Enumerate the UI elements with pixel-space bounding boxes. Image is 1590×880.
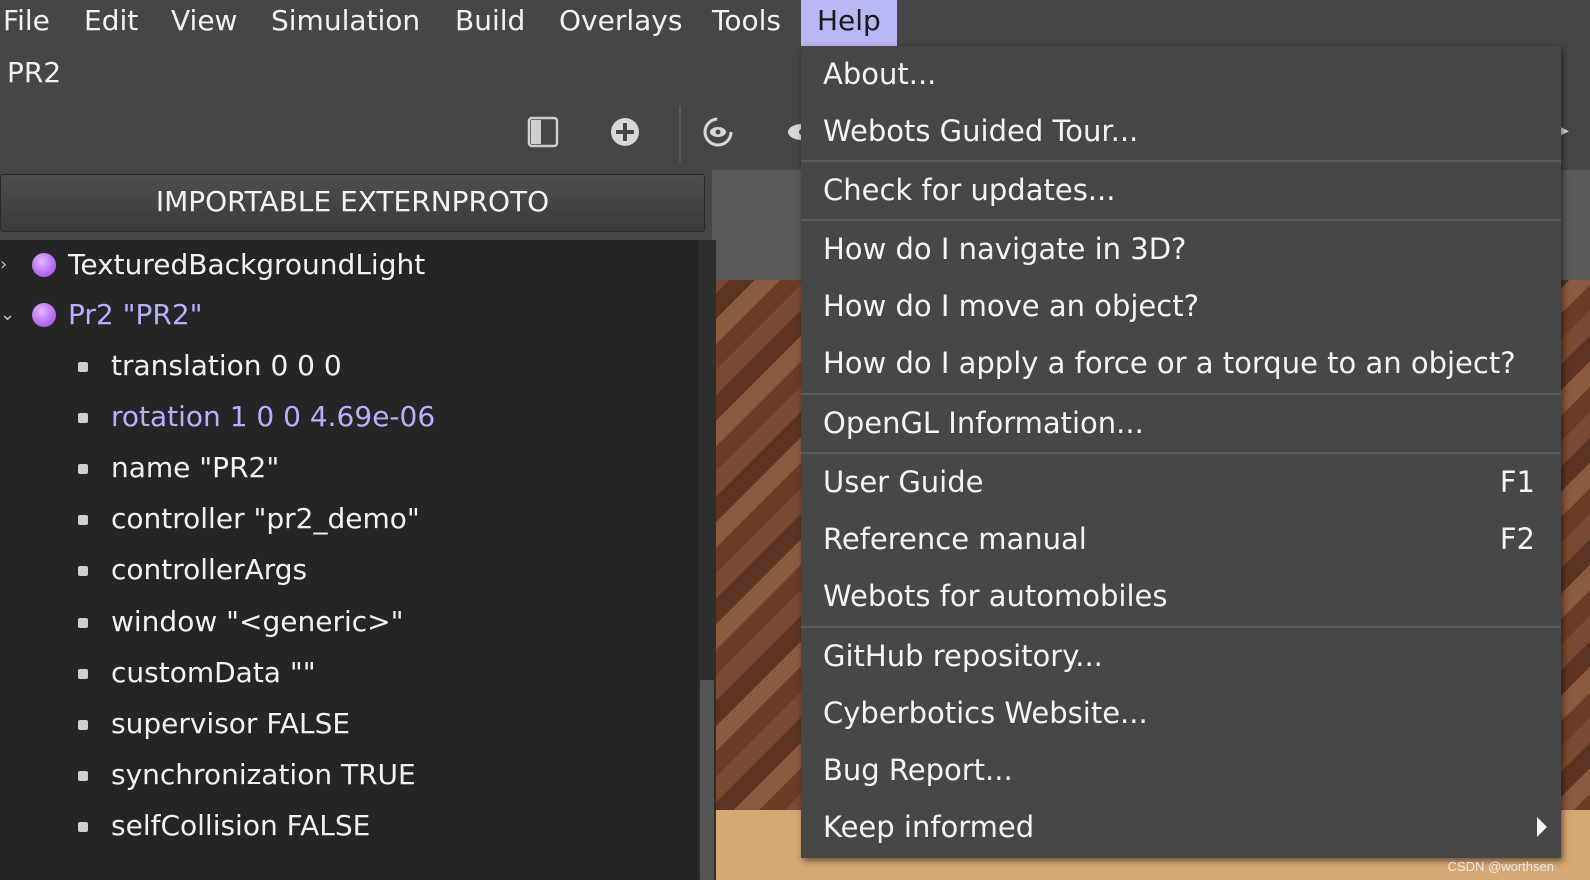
menu-file[interactable]: File <box>3 0 50 46</box>
submenu-arrow-icon <box>1537 817 1547 837</box>
field-bullet-icon <box>78 822 88 832</box>
menu-item-label: OpenGL Information... <box>823 406 1144 440</box>
tree-field-label: translation 0 0 0 <box>111 349 342 382</box>
menu-item-label: Bug Report... <box>823 753 1013 787</box>
menu-edit[interactable]: Edit <box>84 0 138 46</box>
tree-node-textured-background-light[interactable]: › TexturedBackgroundLight <box>0 240 698 290</box>
toolbar-separator <box>679 106 681 162</box>
tree-field-label: rotation 1 0 0 4.69e-06 <box>111 400 436 433</box>
tree-field-label: controller "pr2_demo" <box>111 502 420 535</box>
field-bullet-icon <box>78 720 88 730</box>
tree-field-supervisor[interactable]: supervisor FALSE <box>0 699 698 749</box>
field-bullet-icon <box>78 464 88 474</box>
menu-item-move-object[interactable]: How do I move an object? <box>801 278 1561 334</box>
menu-tools[interactable]: Tools <box>712 0 781 46</box>
menu-item-check-updates[interactable]: Check for updates... <box>801 162 1561 218</box>
menu-item-label: How do I navigate in 3D? <box>823 232 1187 266</box>
tree-field-controller[interactable]: controller "pr2_demo" <box>0 494 698 544</box>
menu-simulation[interactable]: Simulation <box>271 0 420 46</box>
menu-item-user-guide[interactable]: User Guide F1 <box>801 454 1561 510</box>
menu-item-navigate-3d[interactable]: How do I navigate in 3D? <box>801 221 1561 277</box>
menu-item-label: Keep informed <box>823 810 1035 844</box>
watermark: CSDN @worthsen <box>1447 859 1554 874</box>
field-bullet-icon <box>78 515 88 525</box>
expand-arrow-icon[interactable]: › <box>0 240 14 290</box>
menu-item-about[interactable]: About... <box>801 46 1561 102</box>
menu-item-bug-report[interactable]: Bug Report... <box>801 742 1561 798</box>
menu-item-reference-manual[interactable]: Reference manual F2 <box>801 511 1561 567</box>
field-bullet-icon <box>78 413 88 423</box>
menu-item-github[interactable]: GitHub repository... <box>801 628 1561 684</box>
tree-field-custom-data[interactable]: customData "" <box>0 648 698 698</box>
tree-field-name[interactable]: name "PR2" <box>0 443 698 493</box>
menu-item-shortcut: F1 <box>1499 465 1535 499</box>
tree-field-label: controllerArgs <box>111 553 308 586</box>
tree-field-rotation[interactable]: rotation 1 0 0 4.69e-06 <box>0 392 698 442</box>
field-bullet-icon <box>78 618 88 628</box>
scene-tree-scrollbar-thumb[interactable] <box>700 680 714 880</box>
tree-field-label: selfCollision FALSE <box>111 809 371 842</box>
tree-field-label: window "<generic>" <box>111 605 404 638</box>
menu-item-guided-tour[interactable]: Webots Guided Tour... <box>801 103 1561 159</box>
field-bullet-icon <box>78 362 88 372</box>
menu-item-opengl-info[interactable]: OpenGL Information... <box>801 395 1561 451</box>
tree-field-translation[interactable]: translation 0 0 0 <box>0 341 698 391</box>
field-bullet-icon <box>78 771 88 781</box>
menu-item-label: Reference manual <box>823 522 1087 556</box>
tree-node-label: TexturedBackgroundLight <box>68 248 426 281</box>
reset-view-icon[interactable] <box>698 112 738 152</box>
collapse-arrow-icon[interactable]: ⌄ <box>0 290 15 340</box>
field-bullet-icon <box>78 566 88 576</box>
tree-field-controller-args[interactable]: controllerArgs <box>0 545 698 595</box>
menu-build[interactable]: Build <box>455 0 525 46</box>
tree-field-window[interactable]: window "<generic>" <box>0 597 698 647</box>
scene-tree[interactable]: › TexturedBackgroundLight ⌄ Pr2 "PR2" tr… <box>0 240 698 880</box>
tree-field-label: name "PR2" <box>111 451 280 484</box>
menu-item-label: Webots for automobiles <box>823 579 1168 613</box>
help-menu-dropdown: About... Webots Guided Tour... Check for… <box>801 46 1561 858</box>
tree-field-label: supervisor FALSE <box>111 707 351 740</box>
menu-item-label: GitHub repository... <box>823 639 1103 673</box>
menu-bar: File Edit View Simulation Build Overlays… <box>0 0 1590 46</box>
tree-field-self-collision[interactable]: selfCollision FALSE <box>0 801 698 851</box>
document-title: PR2 <box>7 56 62 89</box>
menu-item-label: Check for updates... <box>823 173 1116 207</box>
menu-item-apply-force[interactable]: How do I apply a force or a torque to an… <box>801 335 1561 391</box>
menu-item-keep-informed[interactable]: Keep informed <box>801 799 1561 855</box>
tree-node-label: Pr2 "PR2" <box>68 298 203 331</box>
menu-item-shortcut: F2 <box>1499 522 1535 556</box>
field-bullet-icon <box>78 669 88 679</box>
tree-node-pr2[interactable]: ⌄ Pr2 "PR2" <box>0 290 698 340</box>
tree-field-label: customData "" <box>111 656 316 689</box>
node-icon <box>32 253 56 277</box>
menu-help[interactable]: Help <box>801 0 897 46</box>
menu-item-label: Webots Guided Tour... <box>823 114 1139 148</box>
menu-item-label: How do I apply a force or a torque to an… <box>823 346 1516 380</box>
node-icon <box>32 303 56 327</box>
menu-item-label: About... <box>823 57 937 91</box>
panel-toggle-icon[interactable] <box>523 112 563 152</box>
menu-overlays[interactable]: Overlays <box>559 0 682 46</box>
importable-externproto-button[interactable]: IMPORTABLE EXTERNPROTO <box>0 174 705 232</box>
menu-item-label: User Guide <box>823 465 984 499</box>
menu-item-label: How do I move an object? <box>823 289 1199 323</box>
add-node-icon[interactable] <box>605 112 645 152</box>
menu-item-cyberbotics-website[interactable]: Cyberbotics Website... <box>801 685 1561 741</box>
tree-field-synchronization[interactable]: synchronization TRUE <box>0 750 698 800</box>
tree-field-label: synchronization TRUE <box>111 758 416 791</box>
menu-item-automobiles[interactable]: Webots for automobiles <box>801 568 1561 624</box>
menu-item-label: Cyberbotics Website... <box>823 696 1148 730</box>
menu-view[interactable]: View <box>171 0 237 46</box>
